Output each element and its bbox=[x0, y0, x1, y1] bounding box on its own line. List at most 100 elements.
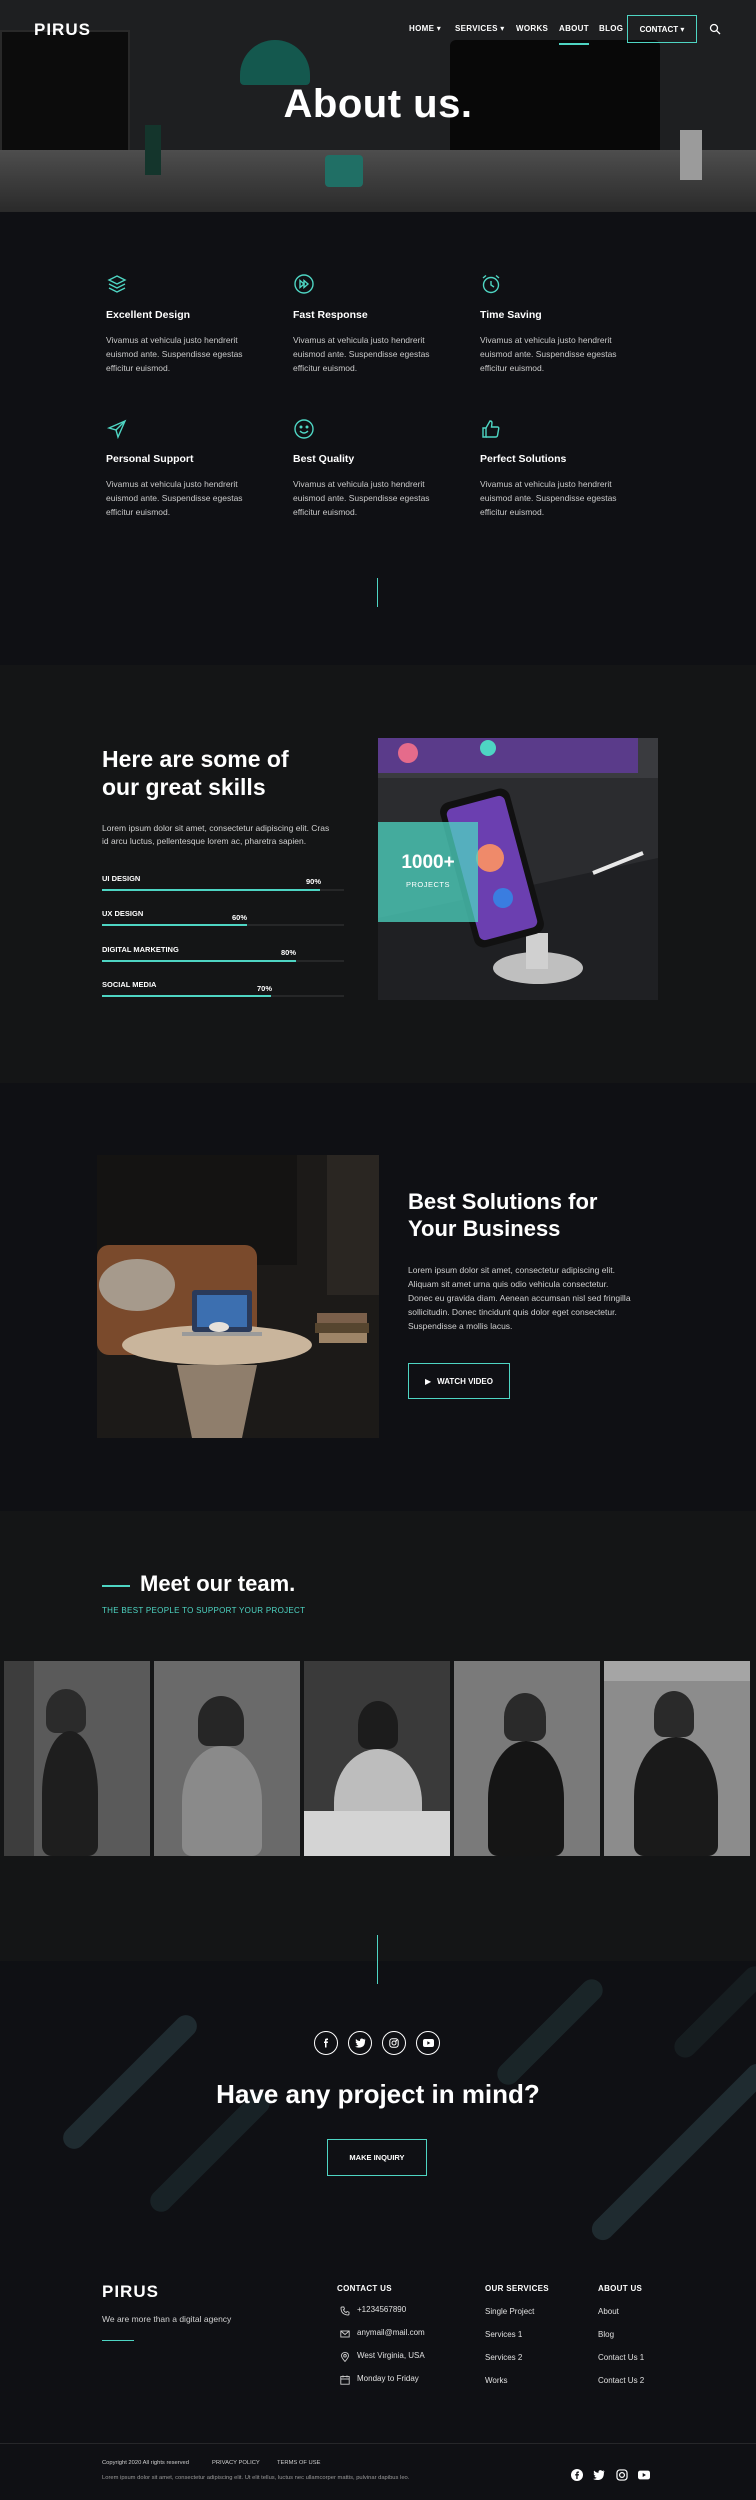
feature-text: Vivamus at vehicula justo hendrerit euis… bbox=[480, 335, 617, 373]
projects-label: PROJECTS bbox=[405, 880, 450, 889]
skill-bar bbox=[102, 960, 344, 962]
footer-accent-line bbox=[102, 2340, 134, 2341]
layers-icon bbox=[106, 273, 128, 295]
feature-text: Vivamus at vehicula justo hendrerit euis… bbox=[106, 335, 243, 373]
youtube-icon[interactable] bbox=[416, 2031, 440, 2055]
footer-link[interactable]: Services 2 bbox=[485, 2353, 522, 2362]
mail-icon bbox=[340, 2326, 350, 2338]
twitter-icon[interactable] bbox=[593, 2468, 605, 2481]
footer-fine-print: Lorem ipsum dolor sit amet, consectetur … bbox=[102, 2475, 410, 2481]
team-title: Meet our team. bbox=[140, 1571, 296, 1596]
feature-title: Best Quality bbox=[293, 453, 355, 465]
footer-about-heading: ABOUT US bbox=[598, 2284, 643, 2293]
projects-count: 1000+ bbox=[401, 852, 455, 873]
footer-contact-heading: CONTACT US bbox=[337, 2284, 392, 2293]
feature-text: Vivamus at vehicula justo hendrerit euis… bbox=[480, 479, 617, 517]
footer-link[interactable]: Works bbox=[485, 2376, 508, 2385]
contact-button[interactable]: CONTACT ▾ bbox=[627, 15, 697, 43]
footer-logo[interactable]: PIRUS bbox=[102, 2282, 159, 2302]
nav-item-works[interactable]: WORKS bbox=[516, 24, 548, 33]
feature-title: Perfect Solutions bbox=[480, 453, 567, 465]
youtube-icon[interactable] bbox=[638, 2468, 650, 2480]
skill-bar-fill bbox=[102, 995, 272, 997]
terms-link[interactable]: TERMS OF USE bbox=[277, 2460, 320, 2466]
footer-tagline: We are more than a digital agency bbox=[102, 2314, 232, 2324]
nav-item-about[interactable]: ABOUT bbox=[559, 24, 589, 45]
team-member-photo[interactable] bbox=[304, 1661, 450, 1856]
send-icon bbox=[106, 418, 128, 440]
skill-bar-fill bbox=[102, 924, 248, 926]
phone-icon bbox=[340, 2303, 350, 2316]
feature-text: Vivamus at vehicula justo hendrerit euis… bbox=[293, 335, 430, 373]
instagram-icon[interactable] bbox=[616, 2468, 628, 2481]
smile-icon bbox=[293, 418, 315, 440]
play-icon: ▶ bbox=[424, 1376, 432, 1386]
copyright-text: Copyright 2020 All rights reserved bbox=[102, 2460, 189, 2466]
team-subtitle: THE BEST PEOPLE TO SUPPORT YOUR PROJECT bbox=[102, 1606, 306, 1615]
calendar-icon bbox=[340, 2372, 350, 2385]
alarm-clock-icon bbox=[480, 273, 502, 295]
footer-hours: Monday to Friday bbox=[357, 2374, 419, 2383]
footer-address: West Virginia, USA bbox=[357, 2351, 425, 2360]
footer-email[interactable]: anymail@mail.com bbox=[357, 2328, 425, 2337]
footer-link[interactable]: Contact Us 1 bbox=[598, 2353, 644, 2362]
watch-video-button[interactable]: ▶ WATCH VIDEO bbox=[408, 1363, 510, 1399]
divider-line bbox=[377, 578, 378, 607]
chevron-down-icon: ▾ bbox=[500, 24, 505, 33]
search-icon[interactable] bbox=[709, 22, 721, 35]
skill-label: DIGITAL MARKETING bbox=[102, 945, 179, 954]
skill-value: 90% bbox=[306, 877, 322, 886]
footer-divider bbox=[0, 2443, 756, 2444]
nav-item-blog[interactable]: BLOG bbox=[599, 24, 623, 33]
footer-link[interactable]: About bbox=[598, 2307, 619, 2316]
skill-label: SOCIAL MEDIA bbox=[102, 980, 157, 989]
skill-bar bbox=[102, 889, 344, 891]
feature-title: Personal Support bbox=[106, 453, 194, 465]
team-member-photo[interactable] bbox=[454, 1661, 600, 1856]
thumbs-up-icon bbox=[480, 418, 502, 440]
footer-link[interactable]: Contact Us 2 bbox=[598, 2376, 644, 2385]
living-room-image bbox=[97, 1155, 379, 1438]
footer-phone[interactable]: +1234567890 bbox=[357, 2305, 406, 2314]
logo[interactable]: PIRUS bbox=[34, 20, 91, 40]
footer-link[interactable]: Blog bbox=[598, 2330, 614, 2339]
location-icon bbox=[340, 2349, 350, 2363]
privacy-policy-link[interactable]: PRIVACY POLICY bbox=[212, 2460, 260, 2466]
fast-forward-icon bbox=[293, 273, 315, 295]
make-inquiry-button[interactable]: MAKE INQUIRY bbox=[327, 2139, 427, 2176]
nav-item-services[interactable]: SERVICES ▾ bbox=[455, 24, 505, 33]
facebook-icon[interactable] bbox=[571, 2468, 583, 2481]
divider-line bbox=[377, 1935, 378, 1984]
footer-link[interactable]: Single Project bbox=[485, 2307, 534, 2316]
feature-title: Fast Response bbox=[293, 309, 368, 321]
feature-title: Time Saving bbox=[480, 309, 542, 321]
chevron-down-icon: ▾ bbox=[436, 24, 442, 33]
skill-value: 60% bbox=[232, 913, 248, 922]
title-accent-line bbox=[102, 1585, 130, 1587]
solutions-text: Lorem ipsum dolor sit amet, consectetur … bbox=[408, 1265, 631, 1331]
nav-item-home[interactable]: HOME ▾ bbox=[409, 24, 441, 33]
skill-bar-fill bbox=[102, 889, 320, 891]
facebook-icon[interactable] bbox=[314, 2031, 338, 2055]
footer-link[interactable]: Services 1 bbox=[485, 2330, 522, 2339]
skill-bar bbox=[102, 924, 344, 926]
skills-title: Here are some of our great skills bbox=[102, 746, 289, 800]
skill-bar-fill bbox=[102, 960, 296, 962]
footer-services-heading: OUR SERVICES bbox=[485, 2284, 549, 2293]
team-member-photo[interactable] bbox=[604, 1661, 750, 1856]
team-member-photo[interactable] bbox=[4, 1661, 150, 1856]
feature-text: Vivamus at vehicula justo hendrerit euis… bbox=[293, 479, 430, 517]
feature-title: Excellent Design bbox=[106, 309, 191, 321]
skill-label: UI DESIGN bbox=[102, 874, 141, 883]
instagram-icon[interactable] bbox=[382, 2031, 406, 2055]
skill-label: UX DESIGN bbox=[102, 909, 144, 918]
solutions-title: Best Solutions for Your Business bbox=[408, 1189, 598, 1241]
skill-value: 80% bbox=[281, 948, 297, 957]
feature-text: Vivamus at vehicula justo hendrerit euis… bbox=[106, 479, 243, 517]
cta-title: Have any project in mind? bbox=[216, 2079, 540, 2109]
skills-text: Lorem ipsum dolor sit amet, consectetur … bbox=[102, 823, 330, 846]
skill-value: 70% bbox=[257, 984, 273, 993]
team-member-photo[interactable] bbox=[154, 1661, 300, 1856]
page-title: About us. bbox=[283, 82, 473, 126]
twitter-icon[interactable] bbox=[348, 2031, 372, 2055]
